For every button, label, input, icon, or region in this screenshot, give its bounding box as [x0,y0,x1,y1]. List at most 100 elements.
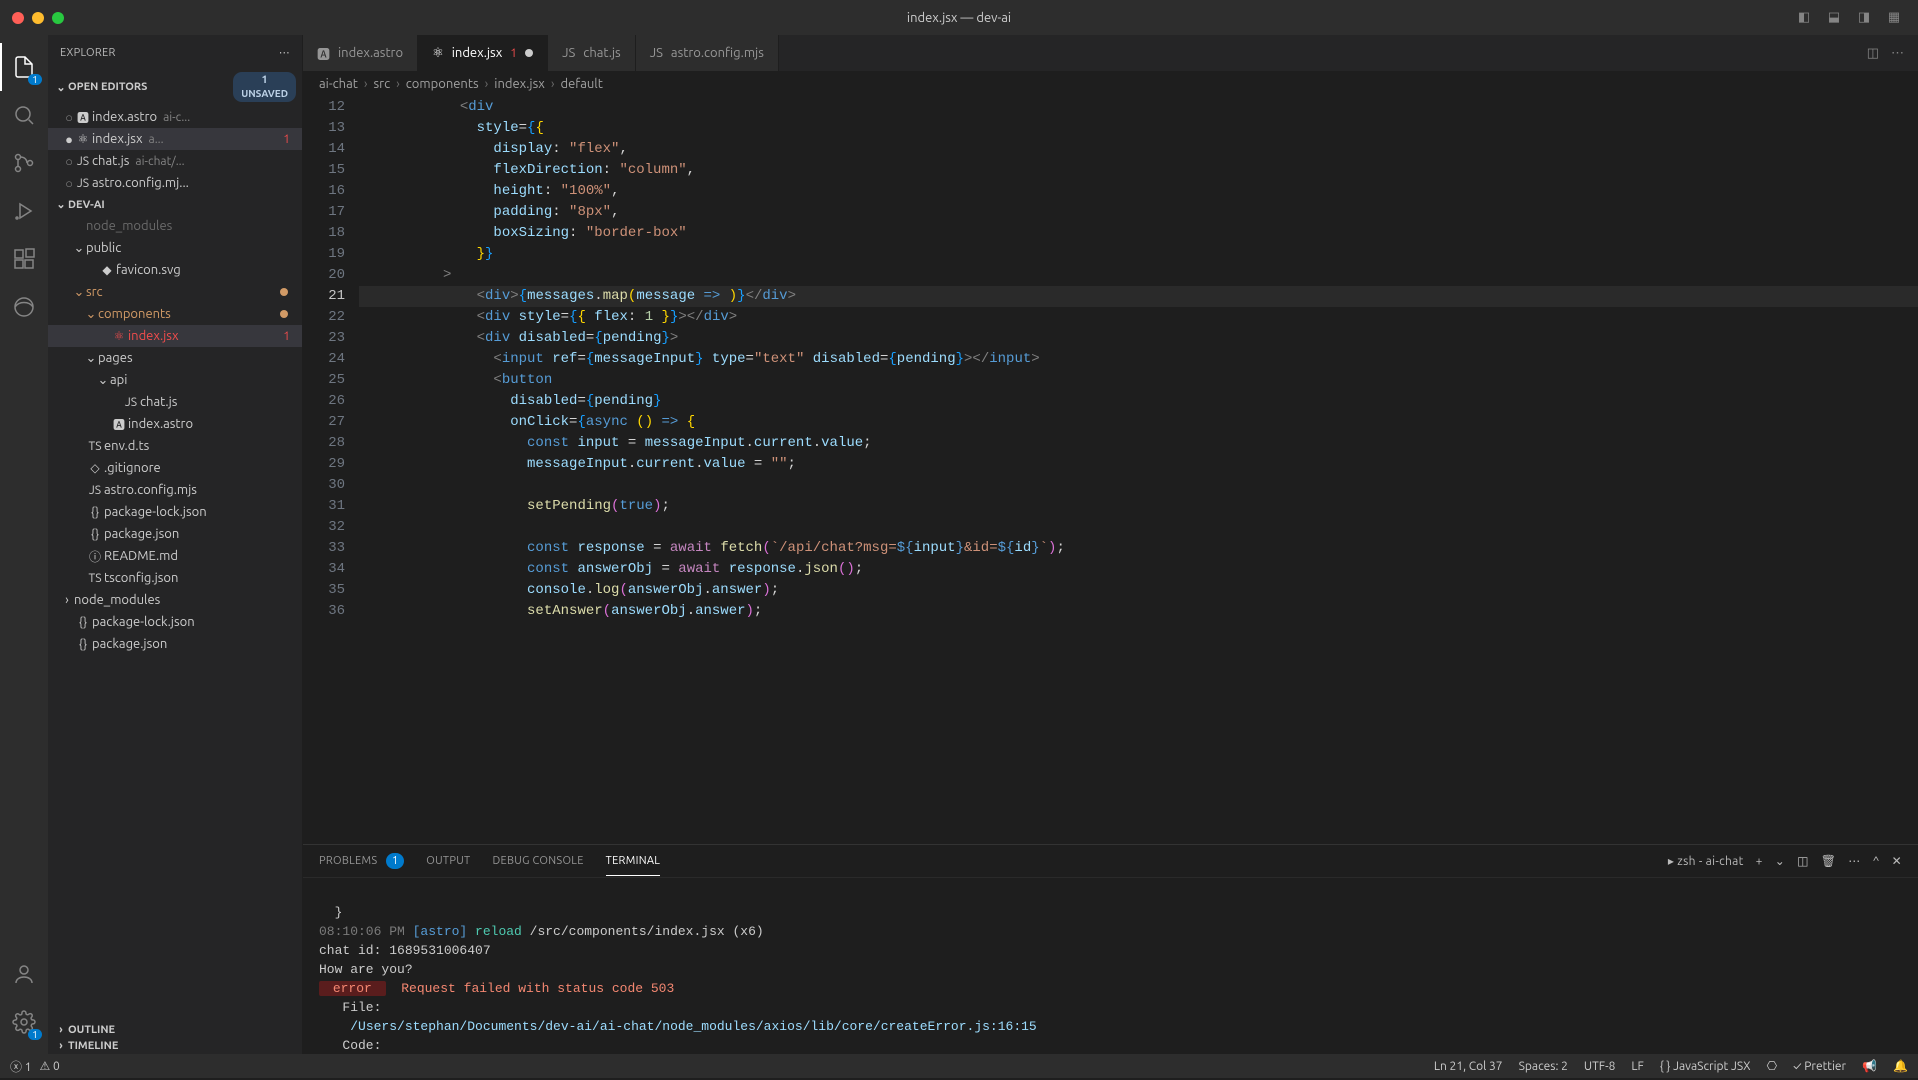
code-content[interactable]: <div style={{ display: "flex", flexDirec… [359,97,1918,844]
editor-tab[interactable]: 🅰index.astro [303,35,418,71]
file-item[interactable]: {}package.json [48,523,302,545]
status-prettier[interactable]: Prettier [1793,1060,1846,1073]
breadcrumb-segment[interactable]: default [560,77,602,91]
breadcrumb[interactable]: ai-chat›src›components›index.jsx›default [303,71,1918,97]
breadcrumb-segment[interactable]: index.jsx [494,77,545,91]
file-item[interactable]: {}package-lock.json [48,501,302,523]
explorer-sidebar: EXPLORER ⋯ ⌄ OPEN EDITORS 1 unsaved ○🅰in… [48,35,303,1054]
activity-explorer[interactable]: 1 [0,43,48,91]
file-item[interactable]: JSastro.config.mjs [48,479,302,501]
status-copilot-icon[interactable]: ⎔ [1767,1059,1777,1073]
file-path-hint: a... [149,133,164,146]
breadcrumb-segment[interactable]: src [374,77,391,91]
open-editor-item[interactable]: ●⚛index.jsxa...1 [48,128,302,150]
status-language[interactable]: { } JavaScript JSX [1660,1060,1751,1073]
tab-label: astro.config.mjs [671,46,764,60]
panel-tab-problems[interactable]: PROBLEMS 1 [319,845,404,877]
panel-tab-output[interactable]: OUTPUT [426,847,470,875]
file-icon: ⚛ [74,132,92,146]
file-icon: {} [74,638,92,651]
status-errors[interactable]: ⓧ 1 [10,1058,32,1075]
panel-tab-terminal[interactable]: TERMINAL [606,847,661,876]
new-terminal-icon[interactable]: + [1756,855,1763,868]
open-editor-item[interactable]: ○JSastro.config.mj... [48,172,302,194]
file-item[interactable]: JSchat.js [48,391,302,413]
close-window-button[interactable] [12,12,24,24]
explorer-more-icon[interactable]: ⋯ [279,46,290,59]
open-editor-item[interactable]: ○🅰index.astroai-c... [48,106,302,128]
editor-tab[interactable]: JSchat.js [548,35,636,71]
editor-body[interactable]: 1213141516171819202122232425262728293031… [303,97,1918,844]
file-label: index.jsx [92,132,143,146]
file-item[interactable]: ◆favicon.svg [48,259,302,281]
toggle-secondary-sidebar-icon[interactable]: ◨ [1854,8,1874,28]
close-tab-icon[interactable]: ○ [64,154,74,169]
activity-settings[interactable]: 1 [0,998,48,1046]
activity-scm[interactable] [0,139,48,187]
maximize-window-button[interactable] [52,12,64,24]
folder-item[interactable]: ⌄src [48,281,302,303]
activity-debug[interactable] [0,187,48,235]
file-item[interactable]: 🅰index.astro [48,413,302,435]
open-editor-item[interactable]: ○JSchat.jsai-chat/... [48,150,302,172]
status-eol[interactable]: LF [1631,1060,1643,1073]
customize-layout-icon[interactable]: ▦ [1884,8,1904,28]
toggle-primary-sidebar-icon[interactable]: ◧ [1794,8,1814,28]
terminal-dropdown-icon[interactable]: ⌄ [1775,854,1785,868]
timeline-section[interactable]: › TIMELINE [48,1038,302,1054]
close-tab-icon[interactable]: ○ [64,176,74,191]
folder-item[interactable]: ⌄public [48,237,302,259]
editor-tab[interactable]: ⚛index.jsx1 [418,35,548,71]
status-feedback-icon[interactable]: 📢 [1862,1059,1877,1073]
kill-terminal-icon[interactable]: 🗑 [1821,854,1837,868]
file-item[interactable]: TStsconfig.json [48,567,302,589]
chevron-right-icon: › [485,77,489,91]
status-cursor[interactable]: Ln 21, Col 37 [1434,1060,1503,1073]
file-item[interactable]: TSenv.d.ts [48,435,302,457]
chevron-down-icon: ⌄ [54,198,68,211]
panel-tab-debug-console[interactable]: DEBUG CONSOLE [492,847,583,875]
maximize-panel-icon[interactable]: ^ [1873,855,1880,868]
close-panel-icon[interactable]: ✕ [1892,854,1902,868]
outline-section[interactable]: › OUTLINE [48,1022,302,1038]
folder-item[interactable]: ⌄pages [48,347,302,369]
split-terminal-icon[interactable]: ◫ [1797,854,1809,868]
file-item[interactable]: ◇.gitignore [48,457,302,479]
folder-item[interactable]: ›node_modules [48,589,302,611]
open-editors-section[interactable]: ⌄ OPEN EDITORS 1 unsaved [48,70,302,104]
project-section[interactable]: ⌄ DEV-AI [48,196,302,213]
file-icon: 🅰 [317,44,330,63]
toggle-panel-icon[interactable]: ⬓ [1824,8,1844,28]
split-editor-icon[interactable]: ◫ [1867,46,1879,61]
file-item[interactable]: node_modules [48,215,302,237]
activity-edge[interactable] [0,283,48,331]
file-item[interactable]: {}package-lock.json [48,611,302,633]
terminal-more-icon[interactable]: ⋯ [1848,854,1860,868]
status-indent[interactable]: Spaces: 2 [1519,1060,1568,1073]
file-item[interactable]: ⚛index.jsx1 [48,325,302,347]
activity-extensions[interactable] [0,235,48,283]
minimize-window-button[interactable] [32,12,44,24]
timeline-label: TIMELINE [68,1040,118,1052]
folder-item[interactable]: ⌄components [48,303,302,325]
breadcrumb-segment[interactable]: ai-chat [319,77,358,91]
file-item[interactable]: ⓘREADME.md [48,545,302,567]
file-item[interactable]: {}package.json [48,633,302,655]
activity-search[interactable] [0,91,48,139]
activity-account[interactable] [0,950,48,998]
tab-bar: 🅰index.astro⚛index.jsx1JSchat.jsJSastro.… [303,35,1918,71]
folder-item[interactable]: ⌄api [48,369,302,391]
tree-item-label: package.json [104,527,179,541]
editor-more-icon[interactable]: ⋯ [1891,46,1904,61]
breadcrumb-segment[interactable]: components [406,77,479,91]
status-warnings[interactable]: ⚠ 0 [40,1059,60,1073]
dirty-dot-icon [525,49,533,57]
terminal-selector[interactable]: ▸ zsh - ai-chat [1668,854,1744,868]
dirty-dot-icon[interactable]: ● [64,132,74,147]
status-encoding[interactable]: UTF-8 [1584,1060,1615,1073]
editor-tab[interactable]: JSastro.config.mjs [636,35,779,71]
open-editors-label: OPEN EDITORS [68,81,147,93]
close-tab-icon[interactable]: ○ [64,110,74,125]
status-bell-icon[interactable]: 🔔 [1893,1059,1908,1073]
terminal-output[interactable]: } 08:10:06 PM [astro] reload /src/compon… [303,878,1918,1080]
